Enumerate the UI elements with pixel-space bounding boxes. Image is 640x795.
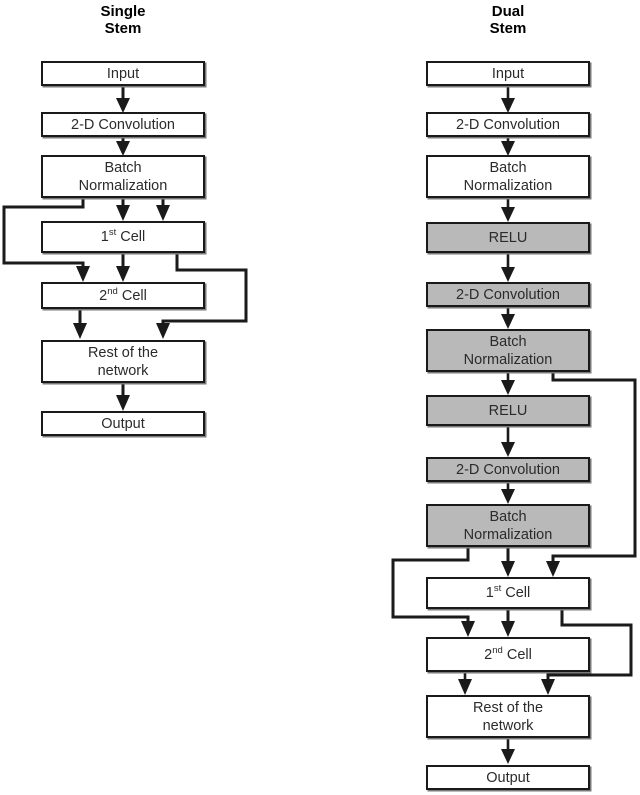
node-label-line2: Normalization <box>463 526 553 543</box>
edge-r-rest-to-r-output <box>501 737 515 764</box>
node-label-line1: Rest of the <box>87 344 159 361</box>
node-label-post: Cell <box>117 287 147 304</box>
node-label-post: Cell <box>116 229 146 245</box>
edge-r-conv1-to-r-bn1 <box>501 136 515 156</box>
node-label-line2: Normalization <box>463 351 553 368</box>
edge-r-conv2-to-r-bn2 <box>501 306 515 329</box>
edge-r-relu1-to-r-conv2 <box>501 252 515 282</box>
node-single-first-cell[interactable]: 1st Cell <box>41 221 205 253</box>
node-label: 2nd Cell <box>95 285 151 305</box>
node-label-line1: Rest of the <box>472 699 544 716</box>
node-single-2d-convolution[interactable]: 2-D Convolution <box>41 112 205 137</box>
node-label-post: Cell <box>501 585 531 601</box>
node-label-pre: 1 <box>100 229 109 245</box>
node-label: Input <box>106 65 140 82</box>
edge-l-input-to-l-conv <box>116 85 130 113</box>
node-label-line1: Batch <box>104 159 142 176</box>
single-stem-title-line2: Stem <box>104 20 142 37</box>
edge-r-cell2-to-r-rest <box>458 672 472 695</box>
node-label-line2: network <box>97 362 149 379</box>
node-dual-input[interactable]: Input <box>426 61 590 86</box>
node-label: 1st Cell <box>97 228 149 246</box>
node-dual-2d-convolution-3[interactable]: 2-D Convolution <box>426 457 590 482</box>
node-dual-first-cell[interactable]: 1st Cell <box>426 577 590 609</box>
node-label: RELU <box>488 402 528 419</box>
node-dual-2d-convolution-1[interactable]: 2-D Convolution <box>426 112 590 137</box>
node-label: Batch Normalization <box>460 333 557 369</box>
node-label-post: Cell <box>502 646 532 663</box>
node-label: RELU <box>488 229 528 246</box>
node-label-line2: Normalization <box>463 177 553 194</box>
dual-stem-title-line2: Stem <box>489 20 527 37</box>
node-label-line2: network <box>482 717 534 734</box>
edge-l-cell1-to-l-cell2 <box>116 253 130 282</box>
node-label: Batch Normalization <box>460 159 557 195</box>
node-label: Output <box>486 769 530 786</box>
node-label: 2-D Convolution <box>456 116 560 133</box>
node-dual-batch-normalization-2[interactable]: Batch Normalization <box>426 329 590 372</box>
edge-r-bn1-to-r-relu1 <box>501 197 515 222</box>
edge-r-input-to-r-conv1 <box>501 85 515 113</box>
node-label: 2-D Convolution <box>71 116 175 133</box>
node-label: Rest of the network <box>84 344 162 380</box>
node-dual-2d-convolution-2[interactable]: 2-D Convolution <box>426 282 590 307</box>
node-dual-relu-2[interactable]: RELU <box>426 395 590 426</box>
node-single-second-cell[interactable]: 2nd Cell <box>41 282 205 309</box>
edge-r-bn2-to-r-relu2 <box>501 371 515 395</box>
edge-l-conv-to-l-bn <box>116 136 130 156</box>
node-label-line1: Batch <box>489 333 527 350</box>
node-single-batch-normalization[interactable]: Batch Normalization <box>41 155 205 198</box>
edge-r-cell1-to-r-cell2 <box>501 608 515 637</box>
node-label: Output <box>101 415 145 432</box>
node-dual-rest-of-network[interactable]: Rest of the network <box>426 695 590 738</box>
diagram-canvas: Single Stem Dual Stem Input 2-D Convolut… <box>0 0 640 795</box>
node-label-line2: Normalization <box>78 177 168 194</box>
node-dual-second-cell[interactable]: 2nd Cell <box>426 637 590 672</box>
node-label-sup: nd <box>492 644 503 656</box>
node-dual-relu-1[interactable]: RELU <box>426 222 590 253</box>
edge-r-relu2-to-r-conv3 <box>501 425 515 457</box>
node-dual-batch-normalization-3[interactable]: Batch Normalization <box>426 504 590 547</box>
node-single-rest-of-network[interactable]: Rest of the network <box>41 340 205 383</box>
single-stem-title: Single Stem <box>41 3 205 37</box>
node-label-sup: nd <box>107 285 118 297</box>
edge-l-bn-to-l-cell1-center <box>116 197 130 221</box>
node-dual-output[interactable]: Output <box>426 765 590 790</box>
node-label: 2-D Convolution <box>456 461 560 478</box>
edge-l-rest-to-l-output <box>116 382 130 411</box>
node-label: Batch Normalization <box>460 508 557 544</box>
node-label: Batch Normalization <box>75 159 172 195</box>
dual-stem-title-line1: Dual <box>491 3 525 20</box>
node-label-pre: 1 <box>485 585 494 601</box>
node-label: Input <box>491 65 525 82</box>
node-dual-batch-normalization-1[interactable]: Batch Normalization <box>426 155 590 198</box>
node-label: 1st Cell <box>482 584 534 602</box>
node-label: 2nd Cell <box>480 644 536 664</box>
node-label: Rest of the network <box>469 699 547 735</box>
node-label-line1: Batch <box>489 159 527 176</box>
dual-stem-title: Dual Stem <box>426 3 590 37</box>
edge-l-bn-to-l-cell1-right <box>156 197 170 221</box>
edge-r-bn3-to-r-cell1 <box>501 546 515 577</box>
node-label-line1: Batch <box>489 508 527 525</box>
edge-r-conv3-to-r-bn3 <box>501 481 515 504</box>
edge-l-cell2-to-l-rest <box>73 308 87 339</box>
single-stem-title-line1: Single <box>100 3 146 20</box>
node-single-output[interactable]: Output <box>41 411 205 436</box>
node-label: 2-D Convolution <box>456 286 560 303</box>
node-single-input[interactable]: Input <box>41 61 205 86</box>
